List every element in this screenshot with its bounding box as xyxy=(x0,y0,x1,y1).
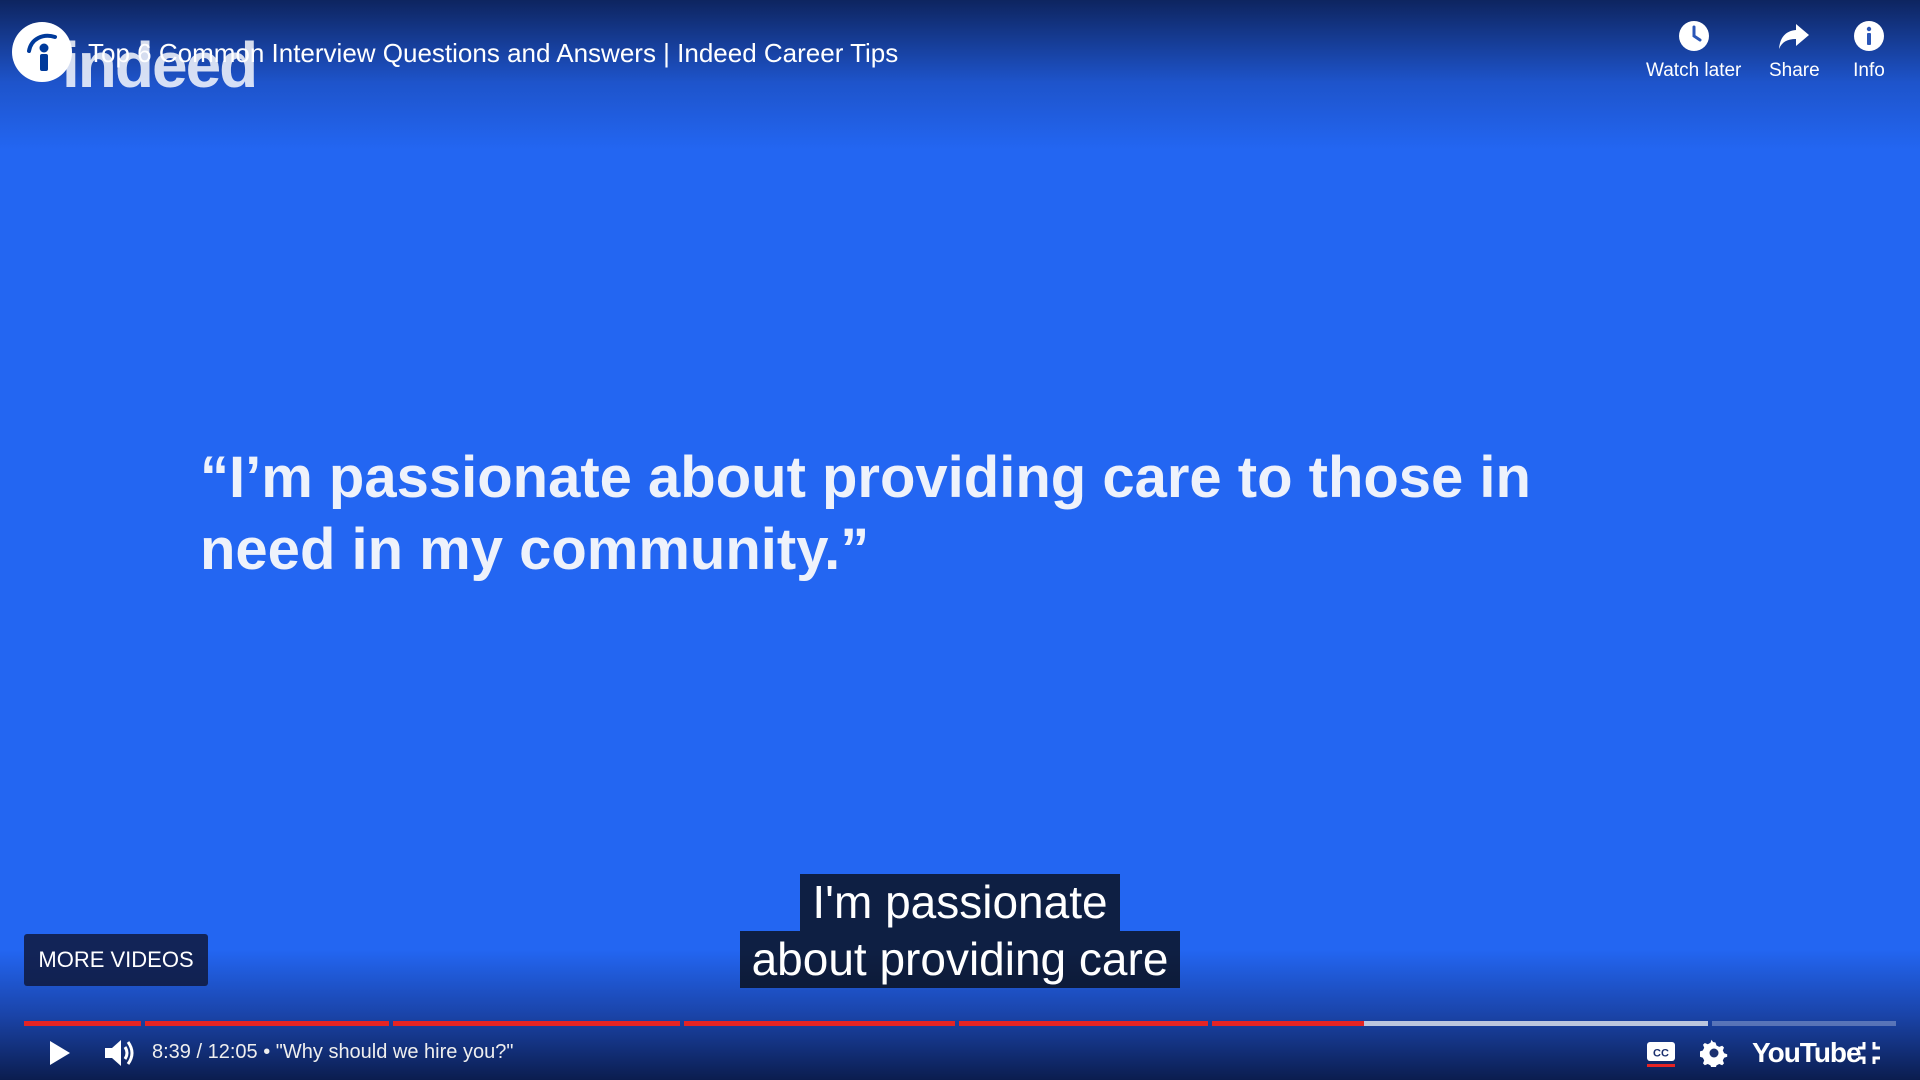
exit-fullscreen-icon xyxy=(1858,1042,1880,1064)
chapter-segment[interactable] xyxy=(145,1021,389,1026)
share-button[interactable]: Share xyxy=(1769,18,1820,82)
info-button[interactable]: Info xyxy=(1851,18,1887,82)
captions-active-indicator xyxy=(1647,1064,1675,1067)
captions-icon: CC xyxy=(1647,1042,1675,1067)
watch-later-button[interactable]: Watch later xyxy=(1646,18,1741,82)
chapter-played xyxy=(24,1021,141,1026)
mute-button[interactable] xyxy=(100,1034,140,1072)
settings-button[interactable] xyxy=(1697,1034,1731,1072)
chapter-played xyxy=(145,1021,389,1026)
chapter-segment[interactable] xyxy=(24,1021,141,1026)
quote-line-1: “I’m passionate about providing care to … xyxy=(200,445,1531,510)
play-icon xyxy=(50,1041,70,1065)
svg-text:CC: CC xyxy=(1653,1048,1669,1060)
chapter-played xyxy=(684,1021,955,1026)
progress-bar[interactable] xyxy=(24,1021,1896,1026)
chapter-segment[interactable] xyxy=(1712,1021,1896,1026)
video-title[interactable]: Top 6 Common Interview Questions and Ans… xyxy=(88,38,898,69)
top-gradient xyxy=(0,0,1920,150)
indeed-logo-icon xyxy=(27,33,57,71)
settings-gear-icon xyxy=(1700,1039,1728,1067)
more-videos-button[interactable]: MORE VIDEOS xyxy=(24,934,208,986)
chapter-played xyxy=(959,1021,1208,1026)
chapter-separator: • xyxy=(257,1041,276,1063)
info-icon xyxy=(1854,21,1884,51)
volume-icon xyxy=(105,1040,134,1066)
chapter-played xyxy=(393,1021,680,1026)
share-label: Share xyxy=(1769,60,1820,81)
quote-line-2: need in my community.” xyxy=(200,517,870,582)
chapter-segment[interactable] xyxy=(959,1021,1208,1026)
chapter-segment[interactable] xyxy=(1212,1021,1708,1026)
youtube-logo[interactable]: YouTube xyxy=(1752,1037,1862,1069)
chapter-played xyxy=(1212,1021,1365,1026)
clock-icon xyxy=(1678,21,1709,51)
caption-line-1: I'm passionate xyxy=(800,874,1120,931)
chapter-segment[interactable] xyxy=(684,1021,955,1026)
info-label: Info xyxy=(1853,60,1885,81)
captions-button[interactable]: CC xyxy=(1644,1034,1678,1072)
watch-later-label: Watch later xyxy=(1646,60,1742,81)
caption-window: I'm passionate about providing care xyxy=(0,874,1920,988)
play-button[interactable] xyxy=(40,1034,78,1072)
channel-avatar[interactable] xyxy=(12,22,72,82)
video-player[interactable]: indeed Top 6 Common Interview Questions … xyxy=(0,0,1920,1080)
caption-line-2: about providing care xyxy=(739,931,1181,988)
on-screen-quote: “I’m passionate about providing care to … xyxy=(200,442,1700,586)
time-readout: 8:39 / 12:05 xyxy=(152,1041,258,1063)
chapter-title[interactable]: "Why should we hire you?" xyxy=(276,1041,514,1063)
chapter-segment[interactable] xyxy=(393,1021,680,1026)
time-display: 8:39 / 12:05 • "Why should we hire you?" xyxy=(152,1041,513,1064)
exit-fullscreen-button[interactable] xyxy=(1852,1034,1886,1072)
share-arrow-icon xyxy=(1779,24,1810,49)
